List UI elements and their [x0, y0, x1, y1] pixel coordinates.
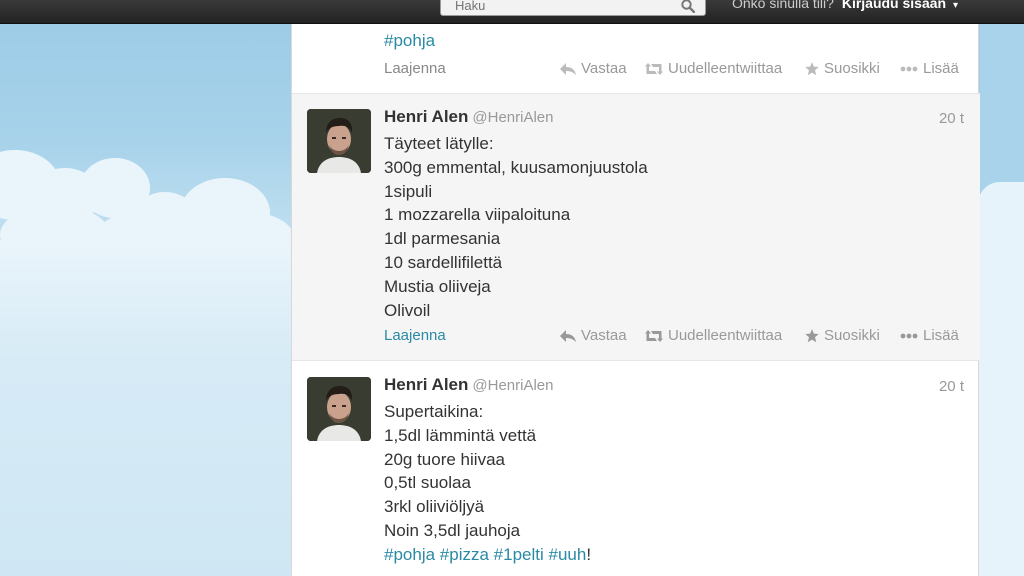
tweet-timestamp[interactable]: 20 t [939, 110, 964, 127]
tweet[interactable]: Henri Alen @HenriAlen 20 t Supertaikina: … [292, 362, 980, 576]
tweet-actions: Laajenna Vastaa Uudelleentwiittaa Suosik… [384, 60, 964, 80]
right-cloud [978, 182, 1024, 576]
tweet-line: 3rkl oliiviöljyä [384, 497, 485, 517]
author-username[interactable]: @HenriAlen [472, 109, 553, 126]
retweet-icon [645, 329, 663, 342]
tweet-line: 10 sardellifilettä [384, 252, 503, 272]
trailing-text: ! [586, 544, 592, 564]
retweet-button[interactable]: Uudelleentwiittaa [645, 60, 782, 77]
tweet-line: Noin 3,5dl jauhoja [384, 520, 521, 540]
more-button[interactable]: Lisää [900, 60, 959, 77]
hashtag-link[interactable]: #1pelti [494, 545, 544, 564]
tweet-line: Mustia oliiveja [384, 276, 491, 296]
star-icon [805, 328, 819, 342]
retweet-button[interactable]: Uudelleentwiittaa [645, 327, 782, 344]
tweet-timeline: #pohja Laajenna Vastaa Uudelleentwiittaa… [291, 24, 980, 576]
tweet-line: Olivoil [384, 300, 431, 320]
tweet-line: Supertaikina: [384, 402, 484, 421]
tweet-line: 1sipuli [384, 181, 433, 201]
tweet-header: Henri Alen @HenriAlen [384, 107, 553, 127]
hashtag-link[interactable]: #pizza [440, 545, 489, 564]
reply-button[interactable]: Vastaa [560, 327, 627, 344]
reply-button[interactable]: Vastaa [560, 60, 627, 77]
tweet-line: 0,5tl suolaa [384, 473, 471, 493]
hashtag-link[interactable]: #pohja [384, 31, 435, 50]
favorite-button[interactable]: Suosikki [805, 60, 880, 77]
expand-link[interactable]: Laajenna [384, 327, 446, 344]
tweet-text: Supertaikina: 1,5dl lämmintä vettä 20g t… [384, 400, 591, 567]
tweet[interactable]: Henri Alen @HenriAlen 20 t Täyteet lätyll… [292, 94, 980, 361]
tweet-timestamp[interactable]: 20 t [939, 378, 964, 395]
tweet-line: 1 mozzarella viipaloituna [384, 205, 571, 225]
avatar[interactable] [307, 109, 371, 173]
more-icon [900, 333, 918, 338]
tweet[interactable]: #pohja Laajenna Vastaa Uudelleentwiittaa… [292, 0, 980, 94]
avatar[interactable] [307, 377, 371, 441]
favorite-button[interactable]: Suosikki [805, 327, 880, 344]
tweet-line: 300g emmental, kuusamonjuustola [384, 157, 648, 177]
author-name[interactable]: Henri Alen [384, 375, 468, 394]
author-name[interactable]: Henri Alen [384, 107, 468, 126]
tweet-text: #pohja [384, 29, 435, 53]
more-button[interactable]: Lisää [900, 327, 959, 344]
tweet-line: 20g tuore hiivaa [384, 449, 505, 469]
hashtag-line: #pohja #pizza #1pelti #uuh! [384, 543, 591, 567]
reply-icon [560, 62, 576, 75]
tweet-line: Täyteet lätylle: [384, 134, 494, 153]
expand-link[interactable]: Laajenna [384, 60, 446, 77]
tweet-line: 1dl parmesania [384, 229, 501, 249]
retweet-icon [645, 62, 663, 75]
more-icon [900, 66, 918, 71]
tweet-text: Täyteet lätylle: 300g emmental, kuusamon… [384, 132, 648, 322]
star-icon [805, 61, 819, 75]
tweet-header: Henri Alen @HenriAlen [384, 375, 553, 395]
tweet-actions: Laajenna Vastaa Uudelleentwiittaa Suosik… [384, 327, 964, 347]
reply-icon [560, 329, 576, 342]
hashtag-link[interactable]: #pohja [384, 545, 435, 564]
tweet-line: 1,5dl lämmintä vettä [384, 425, 537, 445]
hashtag-link[interactable]: #uuh [549, 545, 587, 564]
author-username[interactable]: @HenriAlen [472, 377, 553, 394]
